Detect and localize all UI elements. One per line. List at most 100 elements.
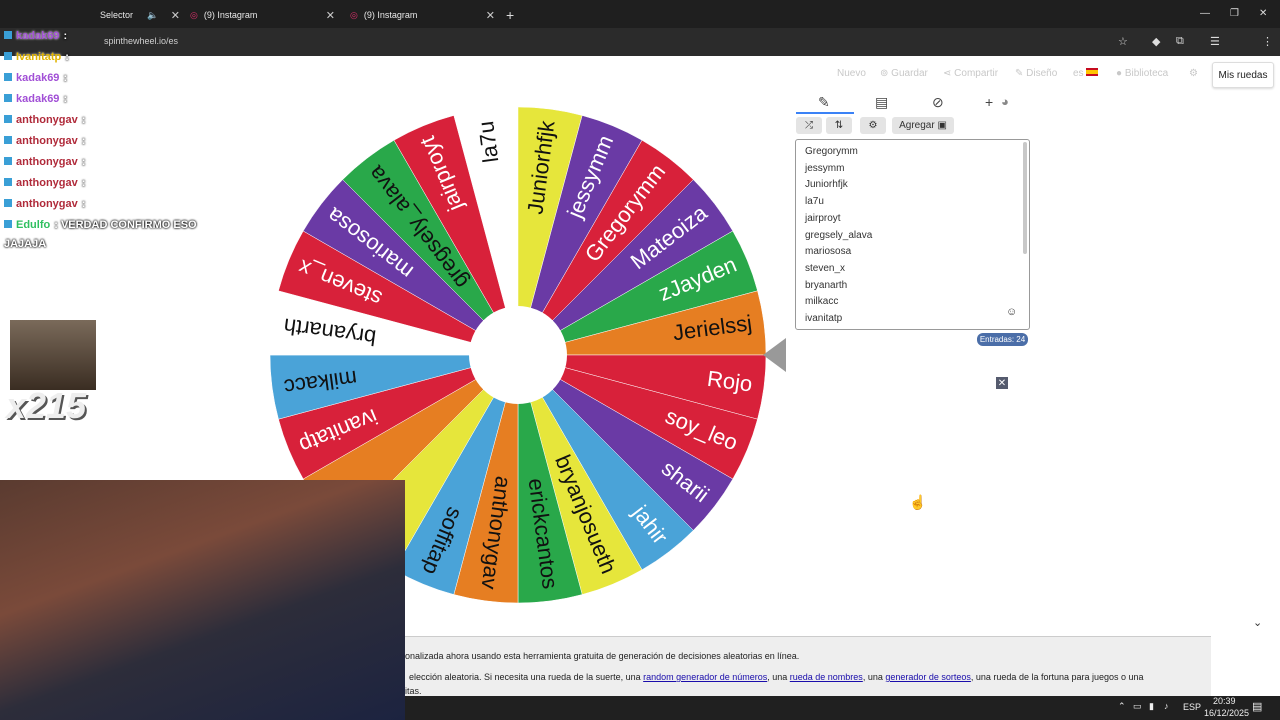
raffle-generator-link[interactable]: generador de sorteos	[885, 672, 971, 682]
speaker-icon[interactable]: 🔈	[147, 10, 158, 21]
chat-username: anthonygav	[16, 198, 78, 210]
language-link[interactable]: es	[1073, 68, 1099, 79]
chat-message: anthonygav:	[4, 177, 85, 189]
entry-line: jairproyt	[805, 212, 841, 224]
biblioteca-link[interactable]: ● Biblioteca	[1116, 68, 1168, 79]
address-bar	[0, 28, 1280, 56]
chevron-down-icon[interactable]: ⌄	[1253, 616, 1262, 629]
tab-selector[interactable]: Selector 🔈 ✕	[100, 4, 180, 26]
entry-line: jessymm	[805, 162, 845, 174]
tab-label: Selector	[100, 10, 134, 20]
guardar-label: Guardar	[891, 68, 928, 79]
mis-ruedas-button[interactable]: Mis ruedas	[1212, 62, 1274, 88]
new-tab-button[interactable]: +	[506, 4, 514, 26]
restore-icon[interactable]: ❐	[1230, 8, 1239, 19]
chat-tail: JAJAJA	[4, 238, 47, 250]
chat-message: Ivanitatp:	[4, 51, 69, 63]
wheel-center[interactable]	[469, 306, 567, 404]
chat-message: anthonygav:	[4, 156, 85, 168]
language-label: es	[1073, 68, 1084, 79]
star-icon[interactable]: ☆	[1118, 35, 1128, 48]
clock-date[interactable]: 16/12/2025	[1204, 708, 1249, 718]
tab-instagram-1[interactable]: ◎ (9) Instagram ✕	[190, 4, 335, 26]
spain-flag-icon	[1086, 68, 1099, 76]
chat-username: Ivanitatp	[16, 51, 62, 63]
extension-icon[interactable]: ◆	[1152, 35, 1160, 48]
hand-cursor-icon: ☝	[909, 494, 927, 510]
pencil-icon: ✎	[1015, 68, 1027, 79]
number-generator-link[interactable]: random generador de números	[643, 672, 767, 682]
emote-image	[10, 320, 96, 390]
notification-icon[interactable]: ▤	[1252, 700, 1262, 713]
image-icon: ▣	[937, 120, 947, 131]
battery-icon[interactable]: ▮	[1149, 701, 1154, 712]
close-tab-icon[interactable]: ✕	[171, 9, 180, 22]
compartir-label: Compartir	[954, 68, 999, 79]
text-segment: , una rueda de la fortuna para juegos o …	[970, 672, 1144, 682]
shuffle-button[interactable]: ⤮	[796, 117, 822, 134]
url-field[interactable]: spinthewheel.io/es	[104, 36, 178, 46]
close-icon[interactable]: ✕	[996, 377, 1008, 389]
description-area	[405, 636, 1211, 697]
wheel-thumb-icon[interactable]: ◕	[1001, 94, 1009, 109]
badge-icon	[4, 178, 12, 186]
diseno-label: Diseño	[1026, 68, 1058, 79]
chat-message: anthonygav:	[4, 198, 85, 210]
active-tab-indicator	[796, 112, 854, 114]
add-wheel-icon[interactable]: +	[985, 94, 993, 110]
badge-icon	[4, 115, 12, 123]
menu-icon[interactable]: ⋮	[1262, 35, 1273, 48]
chat-text: : VERDAD CONFIRMO ESO	[54, 219, 197, 231]
puzzle-icon[interactable]: ⧉	[1176, 35, 1184, 48]
hide-icon[interactable]: ⊘	[932, 94, 944, 111]
save-icon: ⊚	[880, 68, 892, 79]
chat-text: :	[81, 198, 86, 210]
sort-button[interactable]: ⇅	[826, 117, 852, 134]
share-icon: ⋖	[943, 68, 955, 79]
webcam-overlay	[0, 480, 405, 720]
settings-icon[interactable]: ⚙	[1189, 68, 1198, 79]
tab-instagram-2[interactable]: ◎ (9) Instagram ✕	[350, 4, 495, 26]
chat-message: kadak69:	[4, 93, 67, 105]
chat-text: :	[63, 72, 68, 84]
chat-username: kadak69	[16, 30, 60, 42]
settings-button[interactable]: ⚙	[860, 117, 886, 134]
biblioteca-label: Biblioteca	[1124, 68, 1169, 79]
guardar-link[interactable]: ⊚ Guardar	[880, 68, 928, 79]
chat-text: :	[63, 93, 68, 105]
agregar-button[interactable]: Agregar ▣	[892, 117, 954, 134]
clock-time[interactable]: 20:39	[1213, 696, 1236, 706]
chat-username: kadak69	[16, 93, 60, 105]
close-icon[interactable]: ✕	[1259, 8, 1267, 19]
chevron-up-icon[interactable]: ⌃	[1118, 701, 1126, 712]
chat-username: kadak69	[16, 72, 60, 84]
media-icon[interactable]: ☰	[1210, 35, 1220, 48]
edit-icon[interactable]: ✎	[818, 94, 830, 111]
minimize-icon[interactable]: —	[1200, 8, 1210, 19]
entries-scrollbar[interactable]	[1023, 142, 1027, 254]
diseno-link[interactable]: ✎ Diseño	[1015, 68, 1057, 79]
sort-icon: ⇅	[834, 120, 844, 131]
combo-counter: x215	[6, 385, 87, 426]
entry-line: ivanitatp	[805, 313, 843, 324]
close-tab-icon[interactable]: ✕	[486, 9, 495, 22]
chat-username: anthonygav	[16, 114, 78, 126]
language-indicator[interactable]: ESP	[1183, 702, 1201, 712]
badge-icon	[4, 94, 12, 102]
badge-icon	[4, 52, 12, 60]
close-tab-icon[interactable]: ✕	[326, 9, 335, 22]
chat-text: :	[81, 114, 86, 126]
name-wheel-link[interactable]: rueda de nombres	[790, 672, 863, 682]
volume-icon[interactable]: ♪	[1164, 701, 1169, 711]
clipboard-icon[interactable]: ▤	[875, 94, 888, 111]
text-segment: , una	[767, 672, 790, 682]
chat-username: anthonygav	[16, 135, 78, 147]
description-line-3: itas.	[405, 686, 422, 696]
chat-message: anthonygav:	[4, 114, 85, 126]
nuevo-link[interactable]: Nuevo	[837, 68, 866, 79]
emoji-icon[interactable]: ☺	[1006, 306, 1017, 318]
compartir-link[interactable]: ⋖ Compartir	[943, 68, 998, 79]
shuffle-icon: ⤮	[805, 120, 813, 131]
monitor-icon[interactable]: ▭	[1133, 701, 1142, 712]
badge-icon	[4, 136, 12, 144]
